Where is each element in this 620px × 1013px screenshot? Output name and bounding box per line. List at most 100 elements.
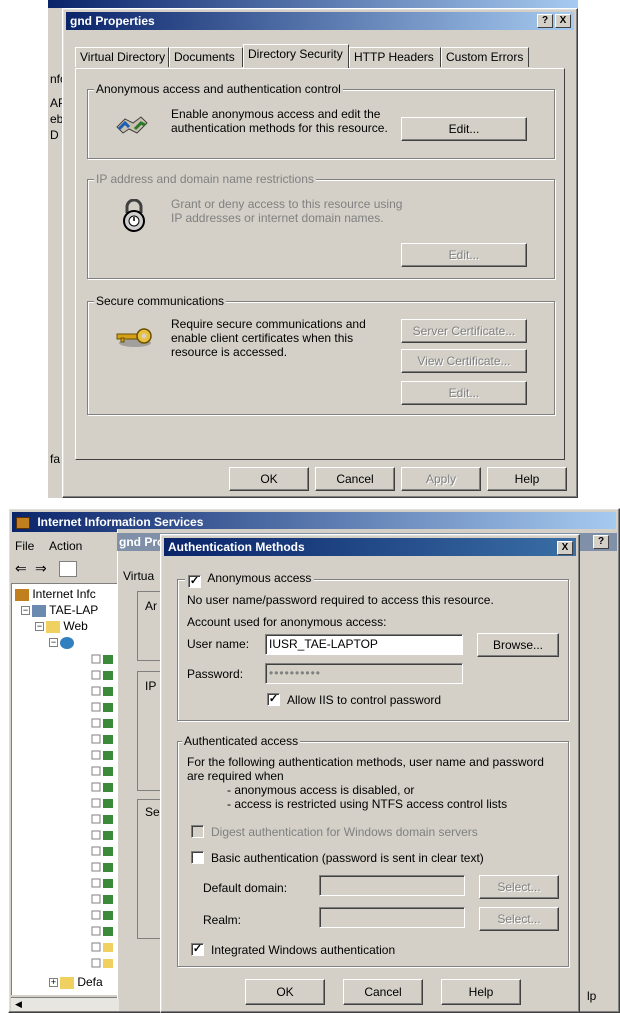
password-field[interactable]: ••••••••••	[265, 663, 463, 684]
menu-action[interactable]: Action	[49, 539, 82, 553]
menu-file[interactable]: File	[15, 539, 34, 553]
handshake-icon	[115, 109, 149, 139]
select-realm-button[interactable]: Select...	[479, 907, 559, 931]
secure-group-label: Secure communications	[94, 294, 227, 308]
allow-iis-label: Allow IIS to control password	[287, 693, 442, 707]
tree-web-label: Web	[63, 619, 88, 633]
anonymous-text-1: Enable anonymous access and edit the	[171, 107, 381, 121]
tree-default-site[interactable]: −	[49, 635, 74, 649]
authenticated-bullet-2: - access is restricted using NTFS access…	[227, 797, 508, 811]
digest-label: Digest authentication for Windows domain…	[211, 825, 478, 839]
account-label: Account used for anonymous access:	[187, 615, 387, 629]
authentication-dialog: Authentication Methods X ✓ Anonymous acc…	[160, 534, 580, 1013]
tree-machine[interactable]: − TAE-LAP	[21, 603, 98, 617]
tree-default-item-label: Defa	[77, 975, 103, 989]
authenticated-bullet-1: - anonymous access is disabled, or	[227, 783, 415, 797]
collapse-icon[interactable]: −	[21, 606, 30, 616]
secure-text-1: Require secure communications and	[171, 317, 366, 331]
key-icon	[115, 325, 153, 349]
behind-help-button[interactable]: ?	[593, 535, 609, 549]
anonymous-edit-button[interactable]: Edit...	[401, 117, 527, 141]
ip-text-2: IP addresses or internet domain names.	[171, 211, 384, 225]
tree-default-item[interactable]: + Defa	[49, 975, 103, 989]
expand-icon[interactable]: +	[49, 978, 58, 988]
server-certificate-button[interactable]: Server Certificate...	[401, 319, 527, 343]
auth-help-button[interactable]: Help	[441, 979, 521, 1005]
anonymous-access-checkbox[interactable]: ✓	[188, 575, 201, 588]
username-label: User name:	[187, 637, 250, 651]
integrated-windows-checkbox[interactable]: ✓	[191, 943, 204, 956]
horizontal-scrollbar[interactable]	[11, 997, 119, 1011]
basic-label: Basic authentication (password is sent i…	[211, 851, 484, 865]
secure-text-3: resource is accessed.	[171, 345, 288, 359]
default-domain-label: Default domain:	[203, 881, 288, 895]
authenticated-desc-2: are required when	[187, 769, 284, 783]
behind-help-fragment: lp	[587, 989, 597, 1003]
browse-button[interactable]: Browse...	[477, 633, 559, 657]
folder-icon	[46, 620, 60, 633]
lock-icon	[121, 198, 147, 233]
bg-tree-label: fa	[50, 452, 61, 466]
anonymous-text-2: authentication methods for this resource…	[171, 121, 388, 135]
back-arrow-icon[interactable]: ⇐	[15, 561, 27, 575]
select-domain-button[interactable]: Select...	[479, 875, 559, 899]
auth-title: Authentication Methods	[168, 540, 305, 554]
ip-edit-button[interactable]: Edit...	[401, 243, 527, 267]
globe-icon	[60, 636, 74, 649]
username-field[interactable]: IUSR_TAE-LAPTOP	[265, 634, 463, 655]
forward-arrow-icon[interactable]: ⇒	[35, 561, 47, 575]
secure-edit-button[interactable]: Edit...	[401, 381, 527, 405]
properties-title-bar: gnd Properties	[66, 12, 574, 30]
apply-button[interactable]: Apply	[401, 467, 481, 491]
tab-custom-errors[interactable]: Custom Errors	[441, 47, 529, 67]
tab-directory-security[interactable]: Directory Security	[243, 44, 349, 68]
behind-tab: Virtua	[123, 569, 155, 583]
tab-documents[interactable]: Documents	[169, 47, 243, 67]
basic-checkbox[interactable]	[191, 851, 204, 864]
authenticated-access-label: Authenticated access	[182, 734, 301, 748]
close-title-button[interactable]: X	[555, 14, 571, 28]
auth-ok-button[interactable]: OK	[245, 979, 325, 1005]
realm-field[interactable]	[319, 907, 465, 928]
collapse-icon[interactable]: −	[49, 638, 58, 648]
collapse-icon[interactable]: −	[35, 622, 44, 632]
tab-strip: Virtual Directory Documents Directory Se…	[75, 44, 565, 69]
tree-machine-label: TAE-LAP	[49, 603, 99, 617]
up-folder-icon[interactable]	[59, 561, 77, 577]
anonymous-access-label: Anonymous access	[207, 571, 312, 585]
integrated-windows-label: Integrated Windows authentication	[211, 943, 396, 957]
ip-group-label: IP address and domain name restrictions	[94, 172, 316, 186]
secure-text-2: enable client certificates when this	[171, 331, 354, 345]
help-button[interactable]: Help	[487, 467, 567, 491]
realm-label: Realm:	[203, 913, 242, 927]
folder-icon	[60, 976, 74, 989]
authenticated-desc-1: For the following authentication methods…	[187, 755, 544, 769]
ok-button[interactable]: OK	[229, 467, 309, 491]
auth-title-bar: Authentication Methods	[164, 538, 576, 556]
tree-root-label: Internet Infc	[32, 587, 96, 601]
help-title-button[interactable]: ?	[537, 14, 553, 28]
digest-checkbox[interactable]	[191, 825, 204, 838]
view-certificate-button[interactable]: View Certificate...	[401, 349, 527, 373]
tree-children	[91, 653, 117, 973]
properties-dialog: gnd Properties ? X Virtual Directory Doc…	[62, 8, 578, 498]
iis-title: Internet Information Services	[37, 515, 204, 529]
iis-root-icon	[15, 588, 29, 601]
anonymous-access-header: ✓ Anonymous access	[185, 571, 315, 588]
cancel-button[interactable]: Cancel	[315, 467, 395, 491]
tab-http-headers[interactable]: HTTP Headers	[349, 47, 441, 67]
properties-title: gnd Properties	[70, 14, 155, 28]
scroll-left-icon[interactable]: ◀	[15, 999, 22, 1010]
background-window-title	[48, 0, 578, 8]
computer-icon	[32, 604, 46, 617]
ip-text-1: Grant or deny access to this resource us…	[171, 197, 403, 211]
tab-virtual-directory[interactable]: Virtual Directory	[75, 47, 169, 67]
iis-app-icon	[16, 516, 30, 529]
auth-cancel-button[interactable]: Cancel	[343, 979, 423, 1005]
bg-tree-label: D	[50, 128, 59, 142]
tree-root[interactable]: Internet Infc	[15, 587, 96, 601]
auth-close-button[interactable]: X	[557, 541, 573, 555]
tree-web[interactable]: − Web	[35, 619, 88, 633]
allow-iis-checkbox[interactable]: ✓	[267, 693, 280, 706]
default-domain-field[interactable]	[319, 875, 465, 896]
